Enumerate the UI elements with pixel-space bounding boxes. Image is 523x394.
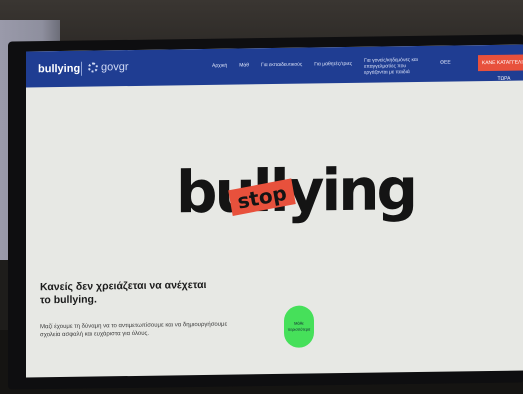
site-logo[interactable]: bullying bbox=[38, 63, 80, 76]
nav-item-teachers[interactable]: Για εκπαιδευτικούς bbox=[261, 62, 302, 78]
logo-divider bbox=[81, 61, 82, 76]
gov-logo[interactable]: govgr bbox=[88, 61, 129, 74]
hero-logo: bullying stop bbox=[176, 154, 436, 228]
hero-word: bullying bbox=[176, 155, 416, 227]
learn-more-button[interactable]: Μάθε περισσότερα bbox=[284, 305, 314, 348]
intro-text: Μαζί έχουμε τη δύναμη να το αντιμετωπίσο… bbox=[40, 321, 228, 339]
nav-item-parents[interactable]: Για γονείς/κηδεμόνες και επαγγελματίες π… bbox=[364, 57, 428, 76]
nav-item-learn[interactable]: Μάθ bbox=[239, 62, 249, 77]
top-navigation-bar: bullying govgr Αρχική Μάθ Για εκπαιδευτι… bbox=[26, 44, 523, 88]
nav-item-students[interactable]: Για μαθητές/τριες bbox=[314, 61, 352, 77]
gov-logo-text: govgr bbox=[101, 61, 129, 74]
report-button[interactable]: ΚΑΝΕ ΚΑΤΑΓΓΕΛΙΑ ΤΩΡΑ bbox=[478, 54, 523, 82]
nav-item-more[interactable]: ΘΕΕ bbox=[440, 60, 451, 75]
nav-item-home[interactable]: Αρχική bbox=[212, 63, 227, 78]
browser-screen: bullying govgr Αρχική Μάθ Για εκπαιδευτι… bbox=[26, 44, 523, 378]
nav-menu: Αρχική Μάθ Για εκπαιδευτικούς Για μαθητέ… bbox=[212, 57, 451, 78]
gov-ring-icon bbox=[88, 62, 98, 73]
page-headline: Κανείς δεν χρειάζεται να ανέχεται το bul… bbox=[40, 278, 207, 307]
